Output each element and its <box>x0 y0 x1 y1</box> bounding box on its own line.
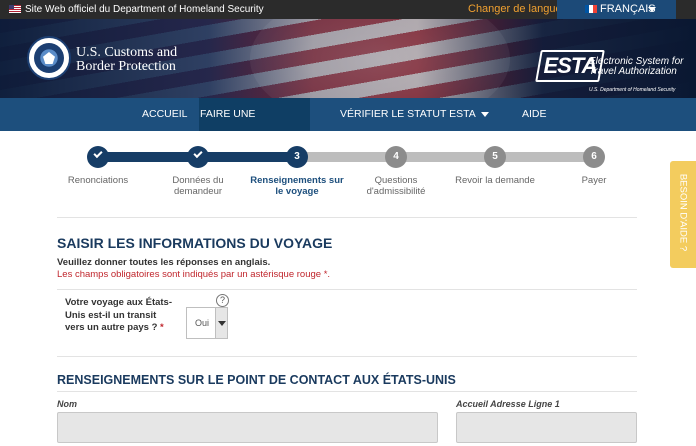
check-icon <box>193 148 203 159</box>
transit-question-label: Votre voyage aux États-Unis est-il un tr… <box>65 297 173 333</box>
step-3-label: Renseignements sur le voyage <box>250 175 344 197</box>
contact-name-input[interactable] <box>57 412 438 443</box>
section-title-travel: SAISIR LES INFORMATIONS DU VOYAGE <box>57 235 333 251</box>
divider <box>57 289 637 290</box>
step-4-label: Questions d'admissibilité <box>366 175 426 197</box>
official-site-text: Site Web officiel du Department of Homel… <box>25 4 264 15</box>
site-header: U.S. Customs and Border Protection ESTA … <box>0 19 696 98</box>
required-asterisk: * <box>160 322 164 333</box>
step-6-marker: 6 <box>583 146 605 168</box>
step-2-label: Données du demandeur <box>172 175 224 197</box>
step-5-marker: 5 <box>484 146 506 168</box>
esta-full-name: Electronic System for Travel Authorizati… <box>589 56 684 77</box>
divider <box>57 391 637 392</box>
step-5-label: Revoir la demande <box>455 175 535 186</box>
language-selector[interactable]: FRANÇAIS <box>557 0 676 19</box>
chevron-down-icon <box>648 7 656 12</box>
nav-check-status[interactable]: VÉRIFIER LE STATUT ESTA <box>340 98 489 131</box>
change-language-link[interactable]: Changer de langue <box>468 3 562 15</box>
help-tab-label: BESOIN D'AIDE ? <box>677 173 689 252</box>
chevron-down-icon <box>215 308 227 338</box>
divider <box>57 217 637 218</box>
dhs-seal-logo[interactable] <box>27 36 71 80</box>
step-3-marker: 3 <box>286 146 308 168</box>
address-line1-input[interactable] <box>456 412 637 443</box>
step-1-marker <box>87 146 109 168</box>
nav-home[interactable]: ACCUEIL <box>142 98 188 131</box>
progress-track-todo <box>297 152 595 162</box>
name-label: Nom <box>57 399 77 409</box>
required-fields-note: Les champs obligatoires sont indiqués pa… <box>57 269 331 280</box>
official-site-bar: Site Web officiel du Department of Homel… <box>0 0 696 19</box>
instruction-english: Veuillez donner toutes les réponses en a… <box>57 257 271 268</box>
main-nav: ACCUEIL FAIRE UNE DEMANDE VÉRIFIER LE ST… <box>0 98 696 153</box>
nav-help[interactable]: AIDE <box>522 98 547 131</box>
address-line1-label: Accueil Adresse Ligne 1 <box>456 399 560 409</box>
step-2-marker <box>187 146 209 168</box>
esta-department: U.S. Department of Homeland Security <box>589 87 676 93</box>
help-question-icon[interactable]: ? <box>216 294 229 307</box>
nav-apply[interactable]: FAIRE UNE DEMANDE <box>199 98 310 153</box>
chevron-down-icon <box>480 111 489 117</box>
help-side-tab[interactable]: BESOIN D'AIDE ? <box>670 161 696 268</box>
us-flag-icon <box>9 5 21 13</box>
divider <box>57 356 637 357</box>
section-title-contact: RENSEIGNEMENTS SUR LE POINT DE CONTACT A… <box>57 373 456 387</box>
step-6-label: Payer <box>581 175 607 186</box>
transit-select-value: Oui <box>195 318 210 328</box>
step-4-marker: 4 <box>385 146 407 168</box>
transit-select[interactable]: Oui <box>186 307 228 339</box>
check-icon <box>93 148 103 159</box>
agency-name[interactable]: U.S. Customs and Border Protection <box>76 46 177 74</box>
french-flag-icon <box>585 5 597 13</box>
step-1-label: Renonciations <box>67 175 129 186</box>
chevron-down-icon <box>257 144 266 150</box>
